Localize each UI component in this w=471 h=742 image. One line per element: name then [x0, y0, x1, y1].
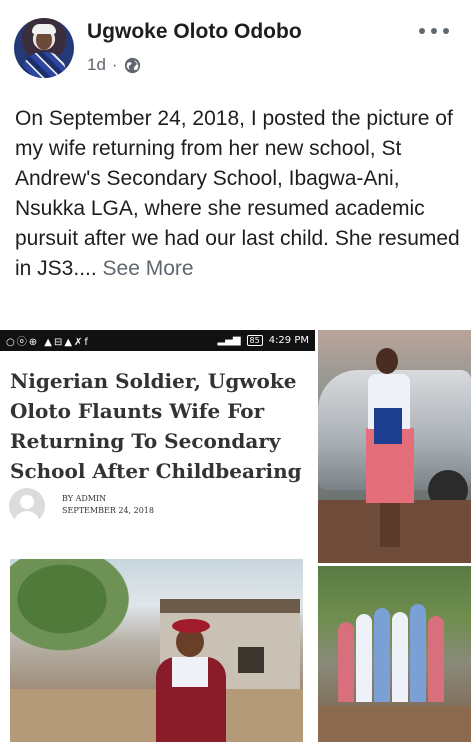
- post-photo-car[interactable]: [318, 330, 471, 563]
- status-time: 4:29 PM: [268, 335, 309, 346]
- author-avatar[interactable]: [14, 18, 74, 78]
- author-name[interactable]: Ugwoke Oloto Odobo: [87, 20, 302, 44]
- article-photo-woman: [10, 559, 303, 742]
- article-headline: Nigerian Soldier, Ugwoke Oloto Flaunts W…: [10, 369, 302, 483]
- see-more-link[interactable]: See More: [103, 257, 194, 280]
- admin-avatar: [9, 488, 45, 524]
- byline-date: SEPTEMBER 24, 2018: [62, 506, 154, 515]
- post-text: On September 24, 2018, I posted the pict…: [15, 107, 460, 280]
- post-options-button[interactable]: [419, 22, 449, 40]
- post-body: On September 24, 2018, I posted the pict…: [15, 104, 460, 284]
- post-meta: 1d ·: [87, 55, 141, 75]
- article-byline: BY ADMIN SEPTEMBER 24, 2018: [62, 493, 154, 517]
- post-header: Ugwoke Oloto Odobo 1d ·: [0, 0, 471, 90]
- meta-separator: ·: [111, 55, 118, 74]
- globe-icon: [124, 57, 140, 73]
- byline-author: BY ADMIN: [62, 494, 107, 503]
- battery-icon: 85: [246, 335, 263, 346]
- post-photo-screenshot[interactable]: ○ⓞ⊕ ▲⊟▲✗f ▂▄▆ 85 4:29 PM Nigerian Soldie…: [0, 330, 315, 742]
- more-dots-icon: [419, 28, 425, 34]
- post-photo-group[interactable]: [318, 566, 471, 742]
- phone-status-bar: ○ⓞ⊕ ▲⊟▲✗f ▂▄▆ 85 4:29 PM: [0, 330, 315, 351]
- status-notification-icons: ○ⓞ⊕ ▲⊟▲✗f: [6, 337, 90, 348]
- signal-icon: ▂▄▆: [217, 335, 241, 346]
- post-timestamp[interactable]: 1d: [87, 55, 106, 75]
